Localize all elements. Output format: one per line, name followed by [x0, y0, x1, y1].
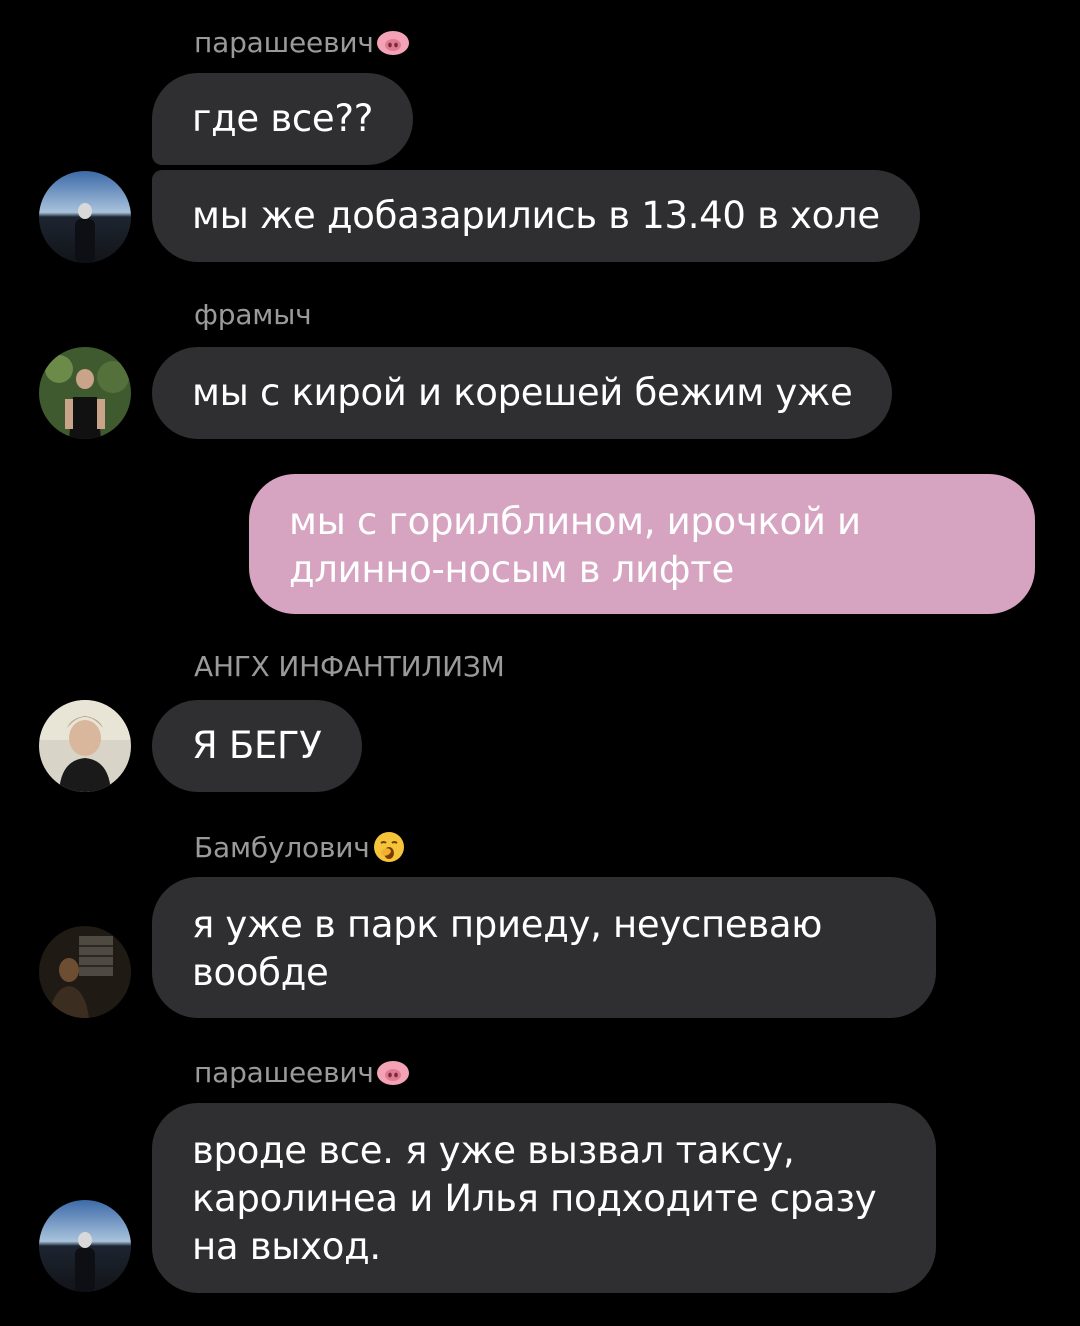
outgoing-message-bubble[interactable]: мы с горилблином, ирочкой и длинно-носым… [249, 474, 1035, 614]
message-text: где все?? [192, 97, 374, 140]
sender-name: парашеевич [194, 1056, 410, 1089]
sender-name: АНГХ ИНФАНТИЛИЗМ [194, 650, 505, 683]
message-text: я уже в парк приеду, неуспеваю вообде [192, 903, 823, 994]
message-bubble[interactable]: Я БЕГУ [152, 700, 362, 792]
yawning-face-icon [372, 830, 406, 864]
avatar[interactable] [39, 347, 131, 439]
sender-name: фрамыч [194, 298, 312, 331]
message-text: мы же добазарились в 13.40 в холе [192, 194, 880, 237]
message-bubble[interactable]: мы с кирой и корешей бежим уже [152, 347, 893, 439]
message-bubble[interactable]: я уже в парк приеду, неуспеваю вообде [152, 877, 936, 1018]
avatar[interactable] [39, 700, 131, 792]
pig-face-icon [376, 30, 410, 56]
message-text: мы с кирой и корешей бежим уже [192, 371, 853, 414]
message-text: вроде все. я уже вызвал таксу, каролинеа… [192, 1129, 877, 1268]
message-text: Я БЕГУ [192, 724, 322, 767]
sender-name: парашеевич [194, 26, 410, 59]
message-bubble[interactable]: мы же добазарились в 13.40 в холе [152, 170, 920, 262]
avatar[interactable] [39, 926, 131, 1018]
avatar[interactable] [39, 171, 131, 263]
avatar[interactable] [39, 1200, 131, 1292]
pig-face-icon [376, 1060, 410, 1086]
sender-name: Бамбулович [194, 830, 406, 864]
message-text: мы с горилблином, ирочкой и длинно-носым… [289, 500, 861, 591]
message-bubble[interactable]: где все?? [152, 73, 414, 165]
message-bubble[interactable]: вроде все. я уже вызвал таксу, каролинеа… [152, 1103, 936, 1293]
